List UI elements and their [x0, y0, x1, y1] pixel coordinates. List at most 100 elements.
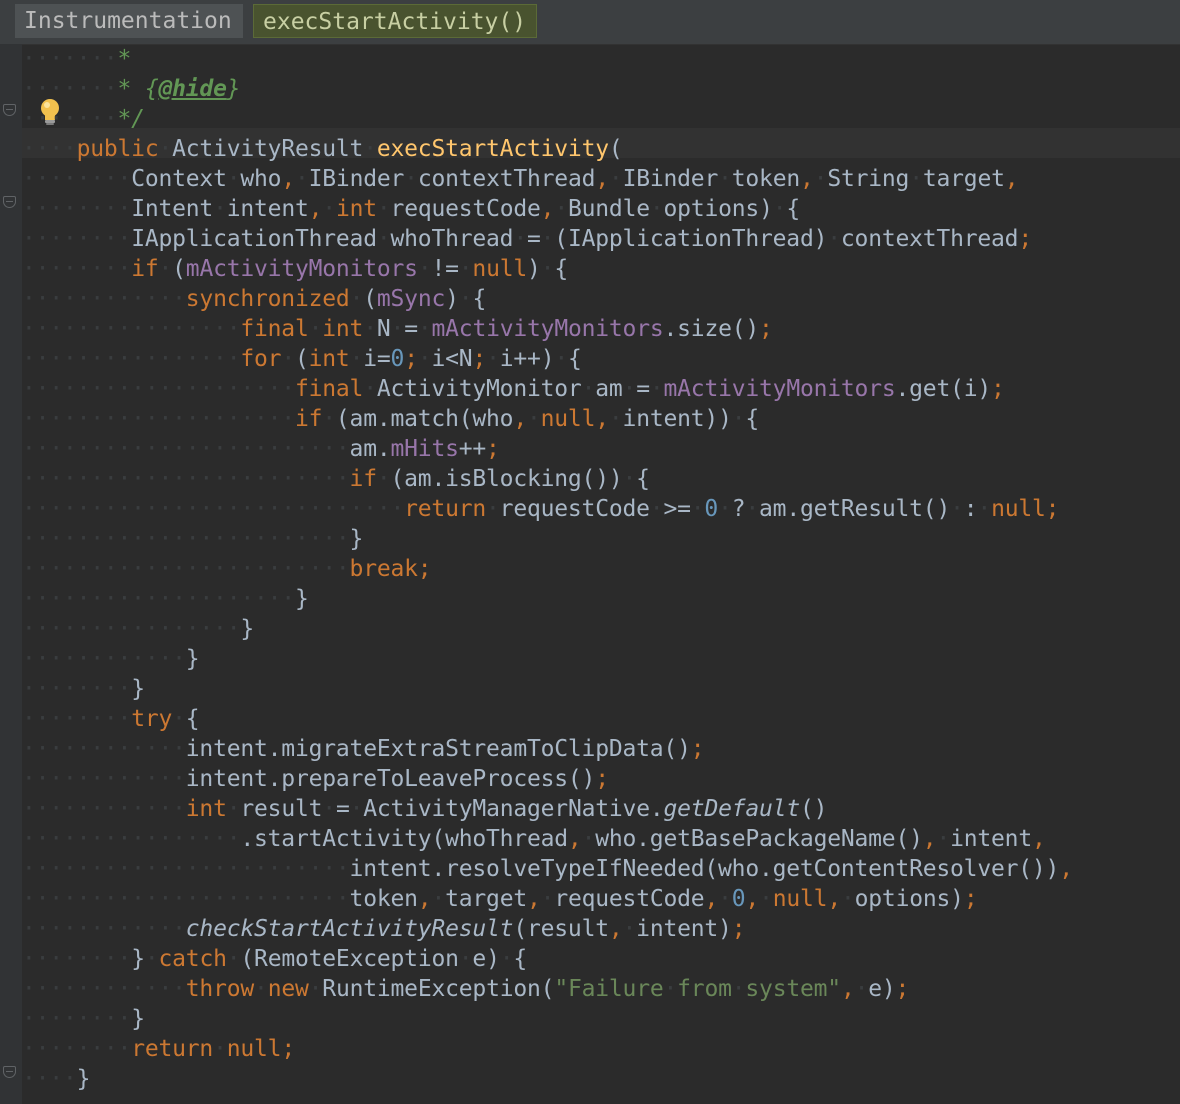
whitespace-marker: ·: [936, 826, 951, 852]
code-line[interactable]: ····················}: [22, 584, 1073, 614]
code-line[interactable]: ············intent.migrateExtraStreamToC…: [22, 734, 1073, 764]
code-line[interactable]: ············int·result·=·ActivityManager…: [22, 794, 1073, 824]
whitespace-marker: ························: [22, 436, 350, 462]
code-line[interactable]: ·······* {@hide}: [22, 74, 1073, 104]
code-line[interactable]: ························token,·target,·r…: [22, 884, 1073, 914]
code-token: 0: [731, 886, 746, 912]
code-token: ,: [281, 166, 295, 192]
code-token: {: [554, 256, 568, 282]
code-line[interactable]: ········return·null;: [22, 1034, 1073, 1064]
code-token: return: [404, 496, 487, 522]
code-token: ActivityManagerNative.: [363, 796, 664, 822]
code-token: ,: [527, 886, 541, 912]
code-token: }: [294, 586, 309, 612]
whitespace-marker: ························: [22, 856, 350, 882]
whitespace-marker: ·: [390, 316, 405, 342]
code-token: ;: [281, 1036, 295, 1062]
code-token: target: [922, 166, 1005, 192]
code-token: am: [595, 376, 623, 402]
whitespace-marker: ········: [22, 1006, 132, 1032]
code-line[interactable]: ········}·catch·(RemoteException·e)·{: [22, 944, 1073, 974]
code-token: intent): [636, 916, 732, 942]
code-token: target: [445, 886, 527, 912]
code-editor[interactable]: ·······* ·······* {@hide} ·······*/····pub…: [22, 44, 1180, 1104]
whitespace-marker: ·: [499, 946, 514, 972]
code-line[interactable]: ························break;: [22, 554, 1073, 584]
code-token: if: [294, 406, 323, 432]
code-token: i<N: [431, 346, 473, 372]
code-line[interactable]: ················}: [22, 614, 1073, 644]
code-token: IApplicationThread: [131, 226, 377, 252]
code-token: ): [527, 256, 541, 282]
code-line[interactable]: ····················final·ActivityMonito…: [22, 374, 1073, 404]
code-line[interactable]: ············intent.prepareToLeaveProcess…: [22, 764, 1073, 794]
code-line[interactable]: ········if·(mActivityMonitors·!=·null)·{: [22, 254, 1073, 284]
code-token: new: [267, 976, 309, 1002]
code-token: break: [349, 556, 418, 582]
whitespace-marker: ·: [554, 346, 569, 372]
code-token: ;: [472, 346, 487, 372]
code-line[interactable]: ····}: [22, 1064, 1073, 1094]
whitespace-marker: ·: [526, 406, 541, 432]
code-token: ;: [690, 736, 705, 762]
whitespace-marker: ·: [281, 346, 295, 372]
code-token: ,: [1059, 856, 1073, 882]
code-token: N: [376, 316, 391, 342]
code-token: ): [445, 286, 459, 312]
whitespace-marker: ·: [690, 496, 705, 522]
code-token: }: [131, 676, 145, 702]
code-line[interactable]: ····public·ActivityResult·execStartActiv…: [22, 134, 1073, 164]
whitespace-marker: ·: [294, 166, 309, 192]
code-line[interactable]: ·······*: [22, 44, 1073, 74]
code-token: contextThread: [417, 166, 596, 192]
code-token: null: [226, 1036, 282, 1062]
code-line[interactable]: ········Intent·intent,·int·requestCode,·…: [22, 194, 1073, 224]
whitespace-marker: ·: [772, 196, 787, 222]
whitespace-marker: ········: [22, 196, 132, 222]
code-line[interactable]: ························intent.resolveTy…: [22, 854, 1073, 884]
code-token: }: [185, 646, 200, 672]
code-token: =: [526, 226, 541, 252]
code-token: Intent: [131, 196, 214, 222]
code-line[interactable]: ················final·int·N·=·mActivityM…: [22, 314, 1073, 344]
code-token: Bundle: [567, 196, 650, 222]
whitespace-marker: ·: [909, 166, 923, 192]
code-line[interactable]: ····························return·reque…: [22, 494, 1073, 524]
code-line[interactable]: ························am.mHits++;: [22, 434, 1073, 464]
code-line[interactable]: ························if·(am.isBlockin…: [22, 464, 1073, 494]
code-token: ;: [486, 436, 500, 462]
whitespace-marker: ·······: [22, 106, 118, 132]
code-token: {: [745, 406, 760, 432]
code-line[interactable]: ····················if·(am.match(who,·nu…: [22, 404, 1073, 434]
code-line[interactable]: ············throw·new·RuntimeException("…: [22, 974, 1073, 1004]
code-line[interactable]: ············checkStartActivityResult(res…: [22, 914, 1073, 944]
code-line[interactable]: ········}: [22, 1004, 1073, 1034]
code-token: int: [308, 346, 350, 372]
code-line[interactable]: ················for·(int·i=0;·i<N;·i++)·…: [22, 344, 1073, 374]
code-line[interactable]: ············}: [22, 644, 1073, 674]
whitespace-marker: ·: [322, 406, 336, 432]
whitespace-marker: ·: [349, 346, 364, 372]
whitespace-marker: ·: [363, 316, 377, 342]
code-line[interactable]: ········try·{: [22, 704, 1073, 734]
code-line[interactable]: ························}: [22, 524, 1073, 554]
whitespace-marker: ·: [649, 196, 664, 222]
breadcrumb-item-method[interactable]: execStartActivity(): [253, 4, 537, 38]
code-token: checkStartActivityResult: [185, 916, 514, 942]
whitespace-marker: ········: [22, 1036, 132, 1062]
code-line[interactable]: ············synchronized·(mSync)·{: [22, 284, 1073, 314]
code-line[interactable]: ·······*/: [22, 104, 1073, 134]
code-token: result: [240, 796, 323, 822]
whitespace-marker: ·: [458, 946, 473, 972]
code-line[interactable]: ········IApplicationThread·whoThread·=·(…: [22, 224, 1073, 254]
code-line[interactable]: ········}: [22, 674, 1073, 704]
code-line[interactable]: ················.startActivity(whoThread…: [22, 824, 1073, 854]
code-area[interactable]: ·······* ·······* {@hide} ·······*/····pub…: [22, 44, 1073, 1094]
whitespace-marker: ·: [458, 256, 473, 282]
whitespace-marker: ············: [22, 736, 186, 762]
breadcrumb-item-class[interactable]: Instrumentation: [15, 4, 243, 38]
code-line[interactable]: ········Context·who,·IBinder·contextThre…: [22, 164, 1073, 194]
whitespace-marker: ·: [649, 376, 664, 402]
whitespace-marker: ·: [308, 976, 323, 1002]
code-token: }: [226, 76, 241, 102]
